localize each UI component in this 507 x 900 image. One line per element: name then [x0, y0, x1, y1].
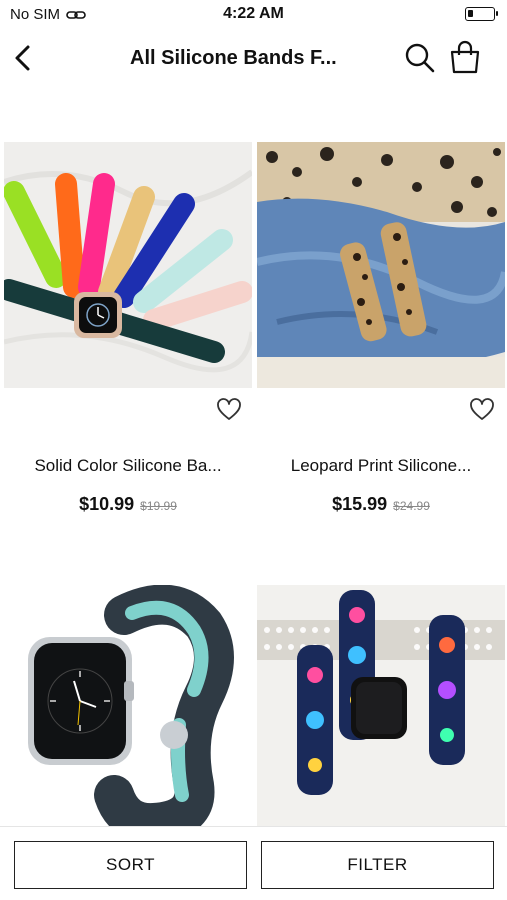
product-price-row: $15.99 $24.99 [257, 494, 505, 515]
solid-color-bands-image [4, 142, 252, 388]
battery-icon [465, 7, 498, 21]
product-price: $10.99 [79, 494, 135, 514]
product-card[interactable]: Leopard Print Silicone... $15.99 $24.99 [257, 142, 505, 514]
leopard-bands-image [257, 142, 505, 388]
product-old-price: $24.99 [393, 499, 430, 513]
page-title: All Silicone Bands F... [130, 47, 337, 69]
search-icon[interactable] [404, 42, 436, 74]
heart-icon[interactable] [216, 398, 242, 422]
product-image[interactable] [257, 142, 505, 388]
product-name[interactable]: Leopard Print Silicone... [257, 456, 505, 476]
product-price: $15.99 [332, 494, 388, 514]
shopping-bag-icon[interactable] [448, 40, 482, 74]
clock: 4:22 AM [223, 5, 284, 22]
product-old-price: $19.99 [140, 499, 177, 513]
two-tone-band-image [4, 585, 252, 831]
paisley-bands-image [257, 585, 505, 826]
product-image[interactable] [257, 585, 505, 831]
product-image[interactable] [4, 142, 252, 388]
product-card[interactable] [257, 585, 505, 831]
bottom-action-bar: SORT FILTER [0, 826, 507, 900]
sort-button[interactable]: SORT [14, 841, 247, 889]
product-image[interactable] [4, 585, 252, 831]
filter-button[interactable]: FILTER [261, 841, 494, 889]
product-price-row: $10.99 $19.99 [4, 494, 252, 515]
product-card[interactable]: Solid Color Silicone Ba... $10.99 $19.99 [4, 142, 252, 514]
product-card[interactable] [4, 585, 252, 831]
status-bar: No SIM 4:22 AM [0, 0, 507, 30]
heart-icon[interactable] [469, 398, 495, 422]
nav-bar: All Silicone Bands F... [0, 30, 507, 90]
product-name[interactable]: Solid Color Silicone Ba... [4, 456, 252, 476]
back-icon[interactable] [10, 42, 40, 74]
